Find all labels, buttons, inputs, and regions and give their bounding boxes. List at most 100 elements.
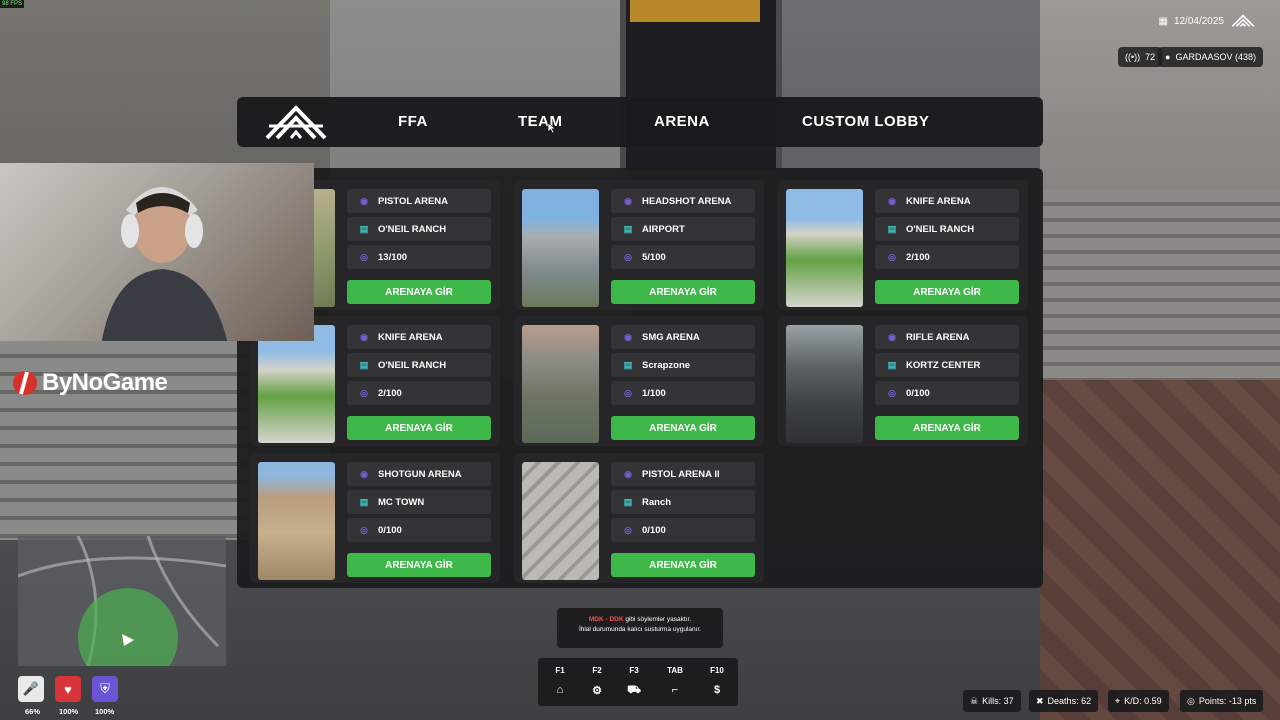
- home-icon[interactable]: ⌂: [545, 684, 575, 696]
- tab-ffa[interactable]: FFA: [398, 113, 428, 130]
- arena-thumbnail: [522, 189, 599, 307]
- arena-players: 0/100: [642, 524, 666, 536]
- hotkey-bar: F1 F2 F3 TAB F10 ⌂ ⚙ ⛟ ⌐ $: [538, 658, 738, 706]
- arena-map: Scrapzone: [642, 359, 691, 371]
- notice-highlight: MDK - DDK: [588, 616, 624, 623]
- arena-map-row: ▤ Scrapzone: [611, 353, 755, 377]
- calendar-icon: ▦: [1158, 15, 1168, 27]
- gun-icon[interactable]: ⌐: [660, 684, 690, 696]
- join-arena-button[interactable]: ARENAYA GİR: [875, 416, 1019, 440]
- ping-value: 72: [1145, 52, 1156, 62]
- gamepad-icon: ◉: [360, 195, 368, 206]
- kd-value: K/D: 0.59: [1124, 696, 1162, 706]
- background-stairs: [1040, 190, 1280, 390]
- fps-counter: 98 FPS: [0, 0, 25, 8]
- arena-map-row: ▤ O'NEIL RANCH: [875, 217, 1019, 241]
- arena-name: PISTOL ARENA II: [642, 468, 720, 480]
- background-sign: [630, 0, 760, 22]
- background-brick: [1040, 380, 1280, 720]
- streamer-figure: [101, 187, 228, 341]
- car-icon[interactable]: ⛟: [619, 684, 649, 698]
- gear-icon[interactable]: ⚙: [582, 684, 612, 697]
- hotkey-f3[interactable]: F3: [619, 666, 649, 675]
- arena-thumbnail: [522, 325, 599, 443]
- arena-players: 5/100: [642, 251, 666, 263]
- join-arena-button[interactable]: ARENAYA GİR: [875, 280, 1019, 304]
- mouse-cursor-icon: [547, 122, 557, 134]
- arena-players-row: ◎ 2/100: [347, 381, 491, 405]
- hotkey-f1[interactable]: F1: [545, 666, 575, 675]
- join-arena-button[interactable]: ARENAYA GİR: [347, 416, 491, 440]
- arena-name-row: ◉ KNIFE ARENA: [875, 189, 1019, 213]
- arena-name-row: ◉ PISTOL ARENA II: [611, 462, 755, 486]
- join-arena-button[interactable]: ARENAYA GİR: [347, 553, 491, 577]
- hotkey-f2[interactable]: F2: [582, 666, 612, 675]
- gamepad-icon: ◉: [360, 331, 368, 342]
- armor-percent: 100%: [95, 707, 115, 716]
- arena-name-row: ◉ SHOTGUN ARENA: [347, 462, 491, 486]
- arena-map: Ranch: [642, 496, 672, 508]
- arena-name-row: ◉ RIFLE ARENA: [875, 325, 1019, 349]
- join-arena-button[interactable]: ARENAYA GİR: [611, 416, 755, 440]
- arena-name: KNIFE ARENA: [906, 195, 971, 207]
- arena-players: 0/100: [378, 524, 402, 536]
- tab-custom-lobby[interactable]: CUSTOM LOBBY: [802, 113, 929, 130]
- arena-players-row: ◎ 13/100: [347, 245, 491, 269]
- arena-players: 2/100: [378, 387, 402, 399]
- map-icon: ▤: [887, 223, 897, 234]
- arena-players: 0/100: [906, 387, 930, 399]
- arena-thumbnail: [258, 462, 335, 580]
- arena-map-row: ▤ Ranch: [611, 490, 755, 514]
- arena-name-row: ◉ KNIFE ARENA: [347, 325, 491, 349]
- arena-players-row: ◎ 0/100: [875, 381, 1019, 405]
- arena-players-row: ◎ 5/100: [611, 245, 755, 269]
- arena-name: RIFLE ARENA: [906, 331, 970, 343]
- map-icon: ▤: [623, 496, 633, 507]
- notice-line1: gibi söylemler yasaktır.: [625, 616, 692, 623]
- map-icon: ▤: [623, 359, 633, 370]
- arena-name-row: ◉ HEADSHOT ARENA: [611, 189, 755, 213]
- arena-name: PISTOL ARENA: [378, 195, 449, 207]
- arena-players: 1/100: [642, 387, 666, 399]
- webcam-overlay: [0, 163, 314, 341]
- join-arena-button[interactable]: ARENAYA GİR: [611, 280, 755, 304]
- arena-map-row: ▤ O'NEIL RANCH: [347, 353, 491, 377]
- arena-map: O'NEIL RANCH: [378, 223, 447, 235]
- skull-icon: ☠: [970, 695, 979, 706]
- arena-card: ◉ HEADSHOT ARENA ▤ AIRPORT ◎ 5/100 ARENAYA …: [514, 180, 764, 310]
- voice-percent: 66%: [25, 707, 41, 716]
- gamepad-icon: ◉: [888, 195, 896, 206]
- hotkey-f10[interactable]: F10: [702, 666, 732, 675]
- bynogame-logo-icon: [13, 371, 37, 395]
- date-text: 12/04/2025: [1173, 15, 1224, 27]
- skull-crossbones-icon: ✖: [1036, 695, 1044, 706]
- bynogame-text: ByNoGame: [42, 369, 168, 396]
- dollar-icon[interactable]: $: [702, 684, 732, 696]
- players-icon: ◎: [360, 524, 368, 535]
- players-icon: ◎: [360, 387, 368, 398]
- arena-players-row: ◎ 0/100: [347, 518, 491, 542]
- tab-arena[interactable]: ARENA: [654, 113, 710, 130]
- gamepad-icon: ◉: [624, 195, 632, 206]
- arena-map: O'NEIL RANCH: [906, 223, 975, 235]
- armor-icon: ⛨: [92, 676, 118, 702]
- mode-nav-bar: FFA TEAM ARENA CUSTOM LOBBY: [237, 97, 1043, 147]
- players-icon: ◎: [888, 251, 896, 262]
- arena-name: SHOTGUN ARENA: [378, 468, 462, 480]
- join-arena-button[interactable]: ARENAYA GİR: [611, 553, 755, 577]
- map-icon: ▤: [359, 359, 369, 370]
- health-icon: ♥: [55, 676, 81, 702]
- players-icon: ◎: [624, 524, 632, 535]
- join-arena-button[interactable]: ARENAYA GİR: [347, 280, 491, 304]
- rule-notice: MDK - DDK gibi söylemler yasaktır. İhlal…: [557, 608, 723, 648]
- arena-thumbnail: [786, 189, 863, 307]
- arena-card: ◉ SMG ARENA ▤ Scrapzone ◎ 1/100 ARENAYA GİR: [514, 316, 764, 446]
- minimap-roads: [18, 536, 226, 666]
- kills-stat: ☠ Kills: 37: [963, 690, 1021, 712]
- arena-thumbnail: [258, 325, 335, 443]
- hotkey-tab[interactable]: TAB: [660, 666, 690, 675]
- minimap: [18, 536, 226, 666]
- arena-players: 2/100: [906, 251, 930, 263]
- crosshair-icon: ⌖: [1115, 695, 1121, 706]
- points-stat: ◎ Points: -13 pts: [1180, 690, 1264, 712]
